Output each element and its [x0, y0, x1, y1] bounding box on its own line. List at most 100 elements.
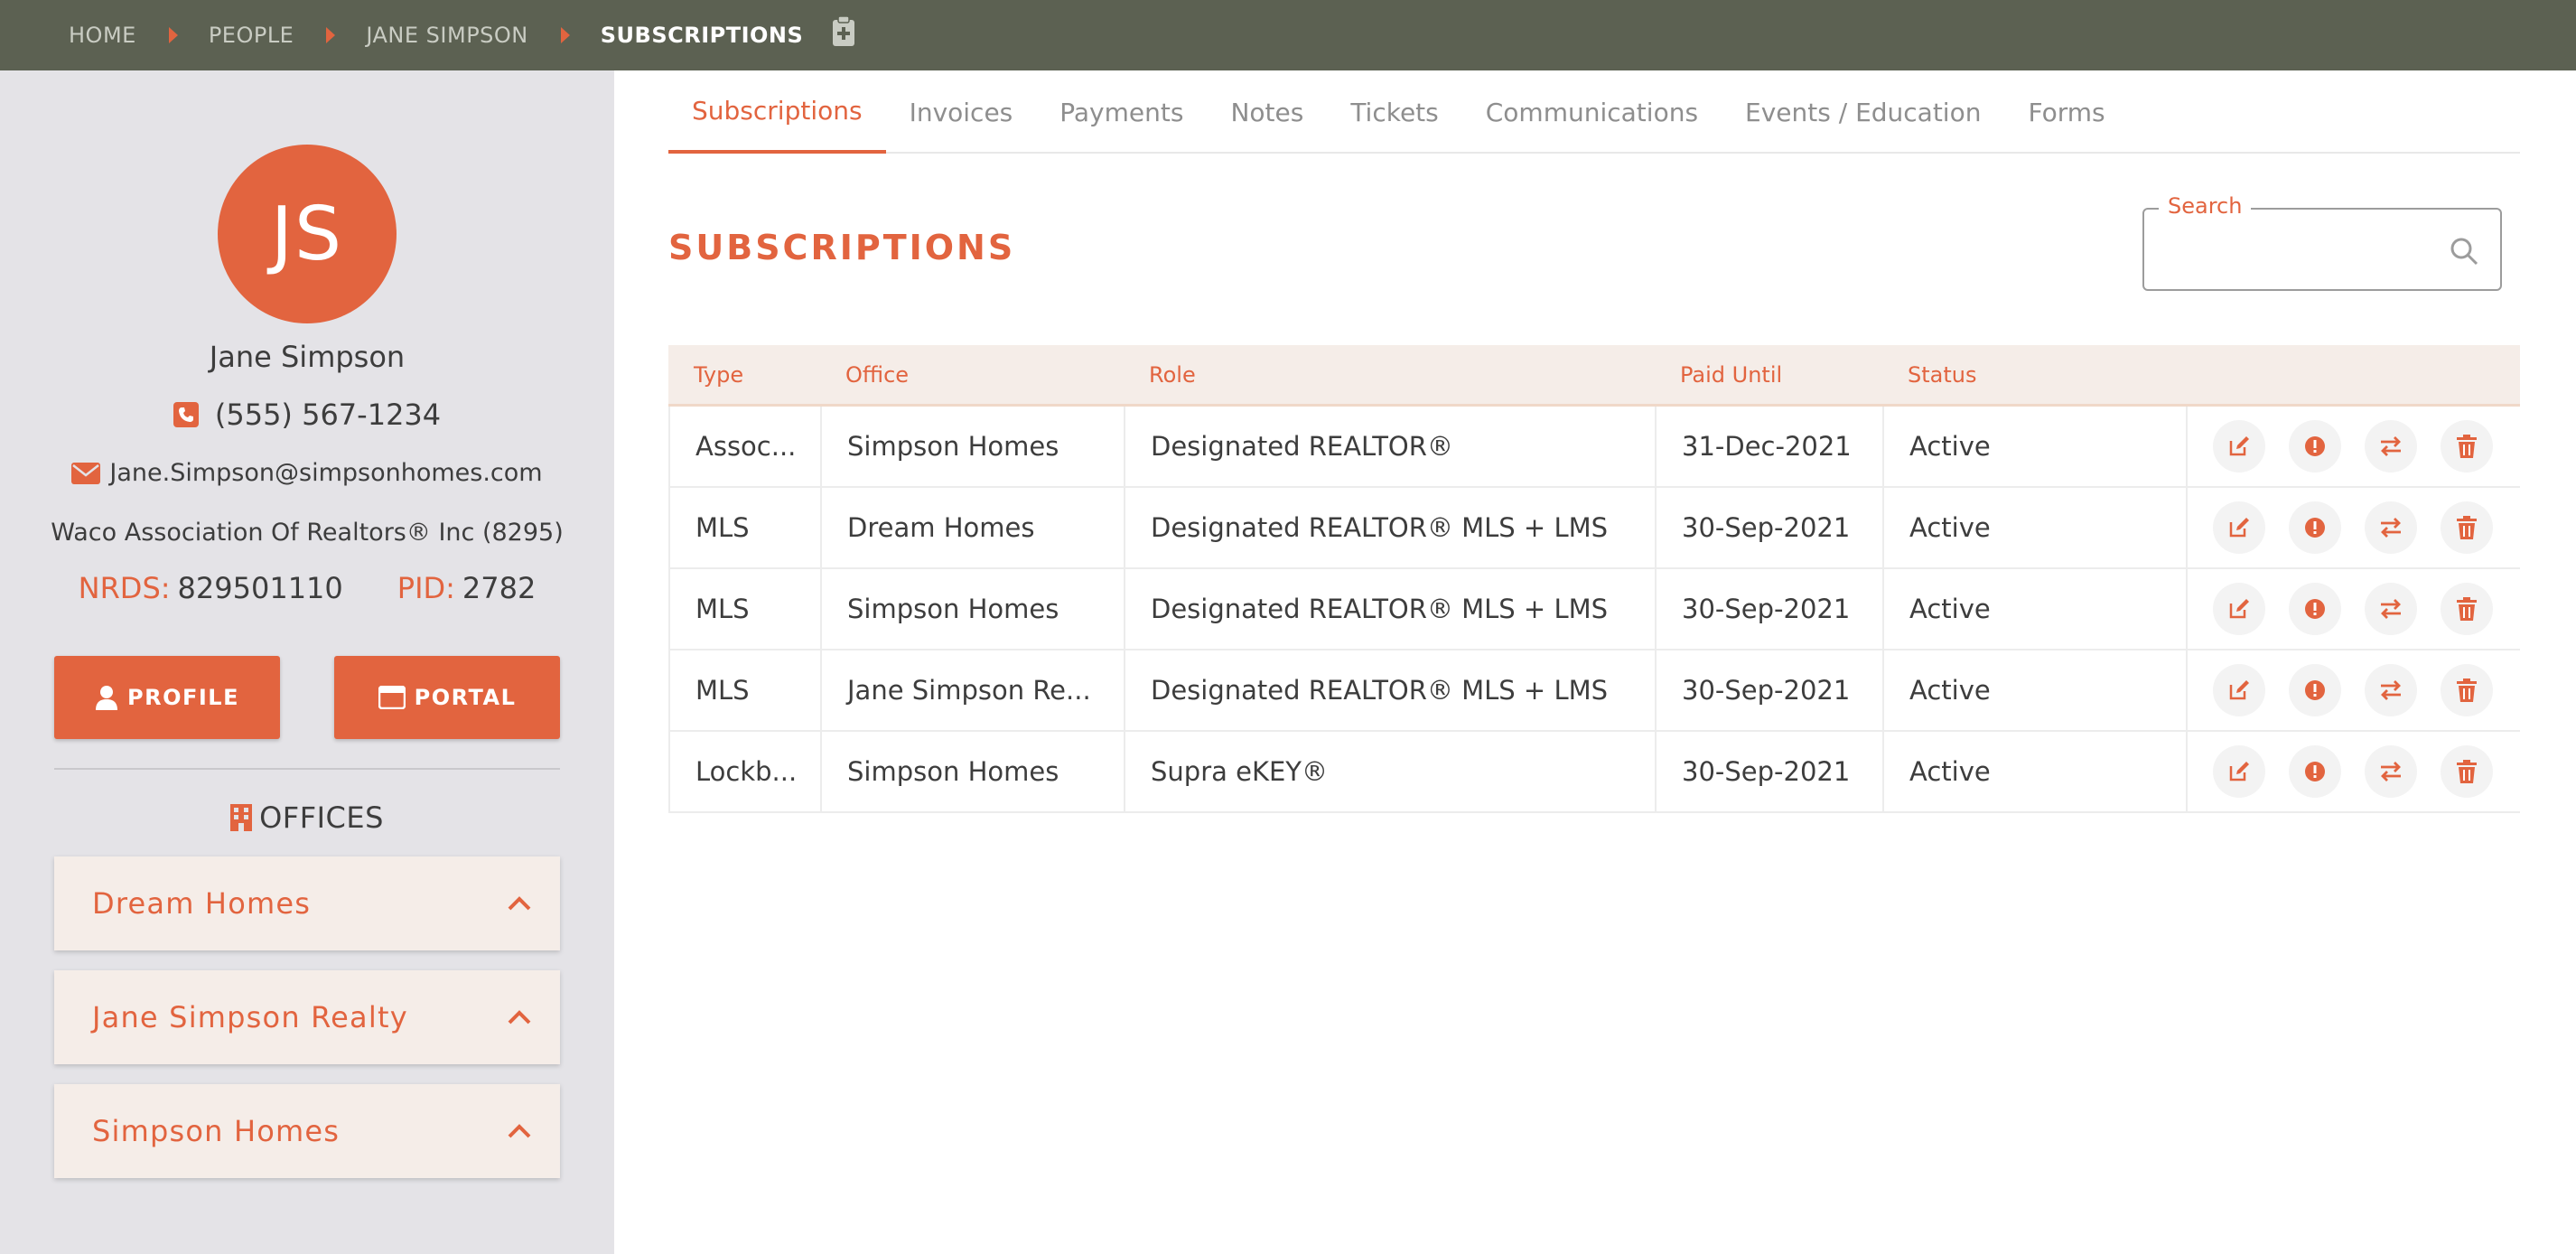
phone-row: (555) 567-1234 [0, 398, 614, 432]
phone-number[interactable]: (555) 567-1234 [215, 398, 441, 432]
table-row[interactable]: MLS Jane Simpson Re... Designated REALTOR®… [668, 650, 2520, 732]
table-row[interactable]: MLS Dream Homes Designated REALTOR® MLS + … [668, 488, 2520, 569]
alert-button[interactable] [2289, 420, 2341, 473]
cell-paid-until: 30-Sep-2021 [1657, 569, 1884, 649]
table-body: Assoc... Simpson Homes Designated REALTOR®… [668, 407, 2520, 813]
cell-paid-until: 30-Sep-2021 [1657, 488, 1884, 567]
trash-icon [2457, 760, 2477, 783]
table-row[interactable]: Assoc... Simpson Homes Designated REALTOR®… [668, 407, 2520, 488]
breadcrumb-separator-icon [168, 27, 178, 43]
alert-button[interactable] [2289, 583, 2341, 635]
table-row[interactable]: MLS Simpson Homes Designated REALTOR® MLS … [668, 569, 2520, 650]
search-input[interactable] [2142, 208, 2502, 291]
edit-button[interactable] [2213, 664, 2265, 716]
row-actions [2188, 650, 2520, 730]
portal-button-label: PORTAL [414, 685, 517, 710]
column-header-status[interactable]: Status [1882, 362, 2186, 388]
edit-button[interactable] [2213, 583, 2265, 635]
cell-type: Assoc... [670, 407, 822, 486]
cell-office: Simpson Homes [822, 569, 1125, 649]
column-header-role[interactable]: Role [1124, 362, 1655, 388]
chevron-up-icon[interactable] [508, 1010, 531, 1025]
sidebar-divider [54, 768, 560, 770]
clipboard-add-icon[interactable] [832, 15, 855, 47]
profile-button-label: PROFILE [127, 685, 239, 710]
tab-payments[interactable]: Payments [1036, 70, 1207, 154]
email-address[interactable]: Jane.Simpson@simpsonhomes.com [109, 459, 542, 487]
row-actions [2188, 732, 2520, 811]
search-icon[interactable] [2450, 237, 2478, 266]
office-name: Simpson Homes [92, 1114, 341, 1148]
avatar: JS [218, 145, 397, 323]
phone-icon [173, 402, 199, 427]
office-card-dream-homes[interactable]: Dream Homes [54, 856, 560, 950]
trash-button[interactable] [2441, 583, 2493, 635]
office-card-simpson-homes[interactable]: Simpson Homes [54, 1084, 560, 1178]
transfer-button[interactable] [2365, 501, 2417, 554]
page-title: SUBSCRIPTIONS [668, 228, 1016, 267]
breadcrumb-separator-icon [560, 27, 570, 43]
pid-group: PID: 2782 [397, 571, 537, 605]
alert-icon [2305, 436, 2325, 456]
offices-title: OFFICES [259, 800, 384, 835]
alert-button[interactable] [2289, 664, 2341, 716]
transfer-button[interactable] [2365, 745, 2417, 798]
transfer-button[interactable] [2365, 664, 2417, 716]
cell-office: Jane Simpson Re... [822, 650, 1125, 730]
offices-heading: OFFICES [0, 800, 614, 835]
subscriptions-table: Type Office Role Paid Until Status Assoc… [668, 345, 2520, 813]
edit-button[interactable] [2213, 501, 2265, 554]
breadcrumb-people[interactable]: PEOPLE [209, 23, 294, 48]
cell-status: Active [1884, 488, 2188, 567]
office-card-jane-simpson-realty[interactable]: Jane Simpson Realty [54, 970, 560, 1064]
table-row[interactable]: Lockb... Simpson Homes Supra eKEY® 30-Sep-2… [668, 732, 2520, 813]
tab-tickets[interactable]: Tickets [1327, 70, 1461, 154]
chevron-up-icon[interactable] [508, 1124, 531, 1138]
breadcrumb-home[interactable]: HOME [69, 23, 136, 48]
edit-button[interactable] [2213, 745, 2265, 798]
alert-button[interactable] [2289, 501, 2341, 554]
column-header-office[interactable]: Office [820, 362, 1124, 388]
breadcrumb-person[interactable]: JANE SIMPSON [366, 23, 527, 48]
portal-button[interactable]: PORTAL [334, 656, 560, 739]
pid-label: PID: [397, 571, 455, 605]
tab-notes[interactable]: Notes [1207, 70, 1327, 154]
cell-office: Simpson Homes [822, 407, 1125, 486]
cell-type: MLS [670, 569, 822, 649]
tab-bar: Subscriptions Invoices Payments Notes Ti… [668, 70, 2520, 154]
pid-value: 2782 [462, 571, 537, 605]
profile-button[interactable]: PROFILE [54, 656, 280, 739]
person-name: Jane Simpson [209, 340, 406, 374]
column-header-type[interactable]: Type [668, 362, 820, 388]
transfer-icon [2381, 518, 2401, 538]
tab-forms[interactable]: Forms [2004, 70, 2128, 154]
cell-status: Active [1884, 732, 2188, 811]
tab-subscriptions[interactable]: Subscriptions [668, 70, 886, 154]
id-numbers: NRDS: 829501110 PID: 2782 [0, 571, 614, 605]
cell-office: Dream Homes [822, 488, 1125, 567]
chevron-up-icon[interactable] [508, 896, 531, 911]
alert-button[interactable] [2289, 745, 2341, 798]
trash-button[interactable] [2441, 420, 2493, 473]
cell-type: MLS [670, 488, 822, 567]
trash-button[interactable] [2441, 745, 2493, 798]
edit-icon [2229, 436, 2249, 456]
transfer-icon [2381, 436, 2401, 456]
tab-communications[interactable]: Communications [1462, 70, 1722, 154]
edit-button[interactable] [2213, 420, 2265, 473]
tab-invoices[interactable]: Invoices [886, 70, 1037, 154]
trash-icon [2457, 678, 2477, 702]
transfer-button[interactable] [2365, 583, 2417, 635]
transfer-button[interactable] [2365, 420, 2417, 473]
row-actions [2188, 569, 2520, 649]
column-header-paid-until[interactable]: Paid Until [1655, 362, 1882, 388]
nrds-label: NRDS: [78, 571, 171, 605]
breadcrumb-separator-icon [326, 27, 336, 43]
trash-button[interactable] [2441, 664, 2493, 716]
building-icon [230, 804, 253, 831]
row-actions [2188, 488, 2520, 567]
trash-button[interactable] [2441, 501, 2493, 554]
tab-events-education[interactable]: Events / Education [1722, 70, 2004, 154]
cell-role: Designated REALTOR® MLS + LMS [1125, 650, 1657, 730]
trash-icon [2457, 435, 2477, 458]
